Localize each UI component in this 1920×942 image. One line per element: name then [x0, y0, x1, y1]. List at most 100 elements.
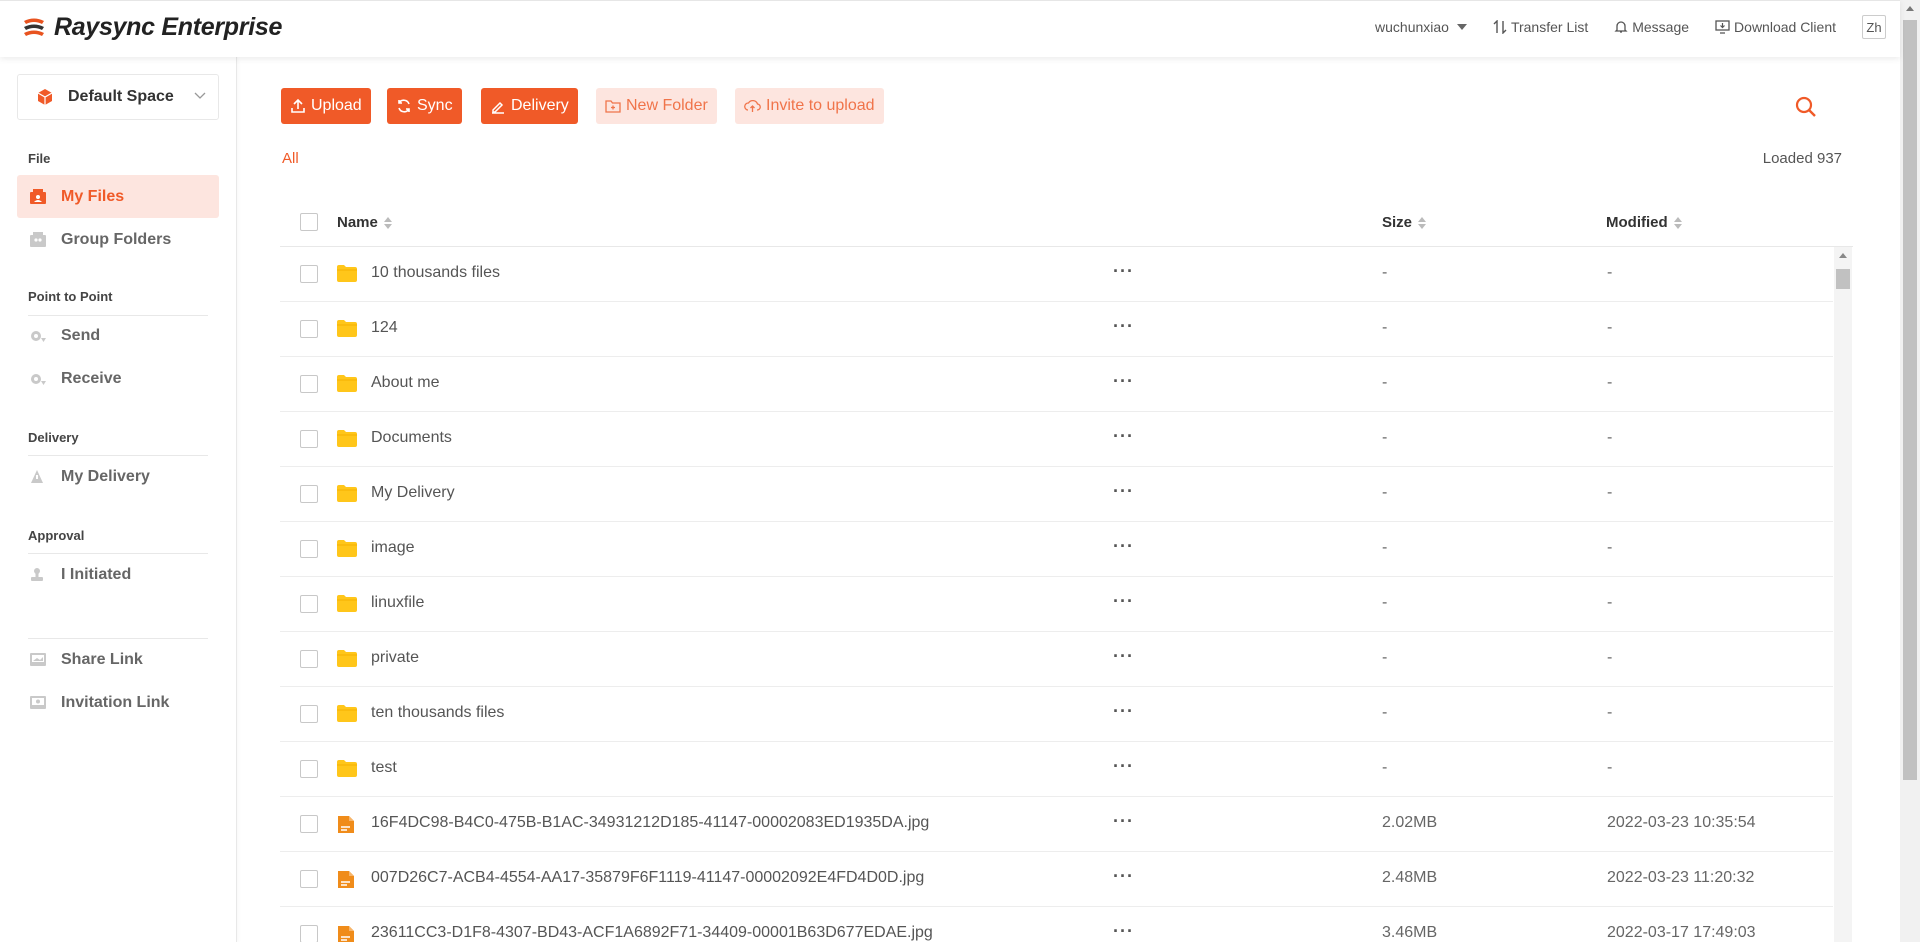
- sync-button[interactable]: Sync: [387, 88, 462, 124]
- column-header-modified[interactable]: Modified: [1606, 214, 1682, 231]
- delivery-label: Delivery: [511, 97, 569, 114]
- space-selector[interactable]: Default Space: [17, 74, 219, 120]
- column-header-size[interactable]: Size: [1382, 214, 1427, 231]
- row-checkbox[interactable]: [300, 265, 318, 283]
- table-row[interactable]: image ··· - -: [280, 522, 1833, 577]
- file-name[interactable]: 124: [371, 319, 398, 337]
- table-row[interactable]: 16F4DC98-B4C0-475B-B1AC-34931212D185-411…: [280, 797, 1833, 852]
- select-all-checkbox[interactable]: [300, 213, 318, 231]
- sidebar-item-share-link[interactable]: Share Link: [17, 638, 219, 681]
- file-name[interactable]: ten thousands files: [371, 704, 504, 722]
- file-name[interactable]: linuxfile: [371, 594, 424, 612]
- more-actions-icon[interactable]: ···: [1113, 811, 1134, 832]
- scroll-up-arrow-icon[interactable]: [1906, 6, 1914, 11]
- sidebar-item-receive[interactable]: Receive: [17, 357, 219, 400]
- row-checkbox[interactable]: [300, 375, 318, 393]
- file-name[interactable]: 23611CC3-D1F8-4307-BD43-ACF1A6892F71-344…: [371, 924, 933, 942]
- page-scrollbar[interactable]: [1900, 0, 1920, 942]
- row-checkbox[interactable]: [300, 595, 318, 613]
- row-checkbox[interactable]: [300, 705, 318, 723]
- file-size: -: [1382, 484, 1388, 501]
- scrollbar-thumb[interactable]: [1836, 269, 1850, 289]
- more-actions-icon[interactable]: ···: [1113, 536, 1134, 557]
- file-name[interactable]: My Delivery: [371, 484, 455, 502]
- sidebar-item-label: Receive: [61, 369, 122, 387]
- file-name[interactable]: test: [371, 759, 397, 777]
- more-actions-icon[interactable]: ···: [1113, 481, 1134, 502]
- row-checkbox[interactable]: [300, 870, 318, 888]
- image-file-icon: [337, 925, 355, 942]
- more-actions-icon[interactable]: ···: [1113, 756, 1134, 777]
- table-row[interactable]: 124 ··· - -: [280, 302, 1833, 357]
- table-scrollbar[interactable]: [1834, 247, 1852, 942]
- more-actions-icon[interactable]: ···: [1113, 921, 1134, 942]
- sidebar-item-invitation-link[interactable]: Invitation Link: [17, 681, 219, 724]
- upload-icon: [291, 98, 305, 113]
- user-menu[interactable]: wuchunxiao: [1375, 19, 1467, 35]
- upload-button[interactable]: Upload: [281, 88, 371, 124]
- scrollbar-thumb[interactable]: [1903, 20, 1917, 780]
- scroll-up-arrow-icon[interactable]: [1839, 253, 1847, 258]
- sidebar-item-group-folders[interactable]: Group Folders: [17, 218, 219, 261]
- sidebar-item-my-delivery[interactable]: My Delivery: [17, 455, 219, 498]
- table-row[interactable]: 007D26C7-ACB4-4554-AA17-35879F6F1119-411…: [280, 852, 1833, 907]
- more-actions-icon[interactable]: ···: [1113, 591, 1134, 612]
- sort-icon: [1418, 216, 1427, 229]
- more-actions-icon[interactable]: ···: [1113, 371, 1134, 392]
- table-row[interactable]: linuxfile ··· - -: [280, 577, 1833, 632]
- more-actions-icon[interactable]: ···: [1113, 316, 1134, 337]
- table-row[interactable]: ten thousands files ··· - -: [280, 687, 1833, 742]
- file-name[interactable]: private: [371, 649, 419, 667]
- more-actions-icon[interactable]: ···: [1113, 866, 1134, 887]
- row-checkbox[interactable]: [300, 760, 318, 778]
- transfer-list-button[interactable]: Transfer List: [1493, 19, 1588, 35]
- row-checkbox[interactable]: [300, 650, 318, 668]
- more-actions-icon[interactable]: ···: [1113, 701, 1134, 722]
- file-modified: 2022-03-23 10:35:54: [1607, 814, 1756, 831]
- file-name[interactable]: 16F4DC98-B4C0-475B-B1AC-34931212D185-411…: [371, 814, 929, 832]
- breadcrumb[interactable]: All: [282, 150, 299, 167]
- folder-icon: [337, 760, 357, 782]
- sidebar-item-i-initiated[interactable]: I Initiated: [17, 553, 219, 596]
- table-row[interactable]: Documents ··· - -: [280, 412, 1833, 467]
- logo[interactable]: Raysync Enterprise: [22, 13, 282, 42]
- file-name[interactable]: 007D26C7-ACB4-4554-AA17-35879F6F1119-411…: [371, 869, 924, 887]
- send-icon: [31, 330, 46, 342]
- table-row[interactable]: private ··· - -: [280, 632, 1833, 687]
- row-checkbox[interactable]: [300, 925, 318, 942]
- table-row[interactable]: My Delivery ··· - -: [280, 467, 1833, 522]
- message-button[interactable]: Message: [1614, 19, 1689, 35]
- column-header-name[interactable]: Name: [337, 214, 392, 231]
- row-checkbox[interactable]: [300, 540, 318, 558]
- table-row[interactable]: 23611CC3-D1F8-4307-BD43-ACF1A6892F71-344…: [280, 907, 1833, 942]
- file-size: 3.46MB: [1382, 924, 1438, 941]
- top-bar: Raysync Enterprise wuchunxiao Transfer L…: [0, 0, 1900, 57]
- section-title-delivery: Delivery: [28, 430, 79, 445]
- row-checkbox[interactable]: [300, 815, 318, 833]
- more-actions-icon[interactable]: ···: [1113, 426, 1134, 447]
- file-name[interactable]: image: [371, 539, 415, 557]
- language-toggle[interactable]: Zh: [1862, 15, 1886, 39]
- new-folder-button[interactable]: New Folder: [596, 88, 717, 124]
- table-row[interactable]: About me ··· - -: [280, 357, 1833, 412]
- folder-icon: [337, 430, 357, 452]
- table-row[interactable]: 10 thousands files ··· - -: [280, 247, 1833, 302]
- more-actions-icon[interactable]: ···: [1113, 261, 1134, 282]
- row-checkbox[interactable]: [300, 430, 318, 448]
- file-list: 10 thousands files ··· - - 124 ··· - - About me ·…: [280, 247, 1833, 942]
- file-name[interactable]: 10 thousands files: [371, 264, 500, 282]
- table-row[interactable]: test ··· - -: [280, 742, 1833, 797]
- file-name[interactable]: Documents: [371, 429, 452, 447]
- sidebar-item-label: Group Folders: [61, 230, 172, 248]
- row-checkbox[interactable]: [300, 485, 318, 503]
- sidebar-item-send[interactable]: Send: [17, 314, 219, 357]
- invite-to-upload-button[interactable]: Invite to upload: [735, 88, 884, 124]
- sidebar-item-my-files[interactable]: My Files: [17, 175, 219, 218]
- stamp-icon: [31, 567, 43, 581]
- search-button[interactable]: [1794, 95, 1818, 124]
- file-name[interactable]: About me: [371, 374, 439, 392]
- download-client-button[interactable]: Download Client: [1715, 19, 1836, 35]
- more-actions-icon[interactable]: ···: [1113, 646, 1134, 667]
- row-checkbox[interactable]: [300, 320, 318, 338]
- delivery-button[interactable]: Delivery: [481, 88, 578, 124]
